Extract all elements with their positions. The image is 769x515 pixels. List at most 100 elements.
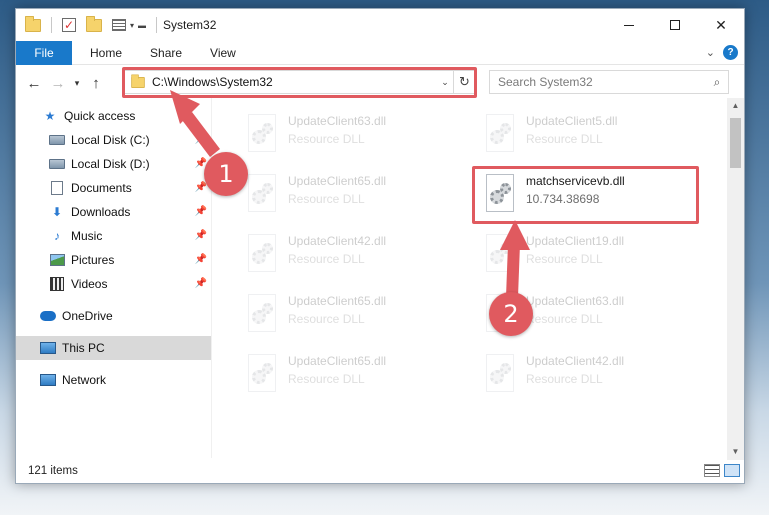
refresh-icon[interactable]: ↻	[453, 71, 475, 93]
folder-icon	[131, 73, 145, 88]
file-item-matchservicevb[interactable]: matchservicevb.dll 10.734.38698	[476, 170, 706, 226]
pin-icon: 📌	[194, 254, 207, 265]
divider	[51, 17, 52, 33]
pin-icon: 📌	[194, 134, 207, 145]
sidebar-item-pictures[interactable]: Pictures 📌	[16, 248, 211, 272]
dll-file-icon	[482, 174, 518, 216]
chevron-down-icon[interactable]: ▾	[130, 21, 134, 30]
details-view-icon[interactable]	[704, 464, 720, 477]
music-icon: ♪	[54, 229, 60, 243]
chevron-down-icon[interactable]: ⌄	[437, 77, 453, 88]
tab-file[interactable]: File	[16, 40, 72, 65]
file-item[interactable]: UpdateClient65.dll Resource DLL	[238, 350, 468, 406]
file-item[interactable]: UpdateClient19.dll Resource DLL	[476, 230, 706, 286]
sidebar-item-label: Videos	[71, 277, 108, 291]
scroll-up-icon[interactable]: ▲	[727, 98, 744, 114]
minimize-button[interactable]	[606, 9, 652, 41]
file-name: UpdateClient63.dll	[288, 114, 387, 128]
sidebar-item-label: OneDrive	[62, 309, 113, 323]
dll-file-icon	[244, 174, 280, 216]
close-icon: ✕	[715, 16, 727, 33]
file-name: matchservicevb.dll	[526, 174, 625, 188]
address-bar[interactable]: C:\Windows\System32 ⌄ ↻	[124, 70, 476, 94]
scroll-down-icon[interactable]: ▼	[727, 444, 744, 460]
sidebar-item-local-disk-d[interactable]: Local Disk (D:) 📌	[16, 152, 211, 176]
vertical-scrollbar[interactable]: ▲ ▼	[727, 98, 744, 460]
search-icon[interactable]: ⌕	[706, 75, 728, 90]
new-folder-icon[interactable]	[86, 15, 102, 32]
scrollbar-thumb[interactable]	[730, 118, 741, 168]
file-item[interactable]: UpdateClient65.dll Resource DLL	[238, 170, 468, 226]
sidebar-item-label: Local Disk (D:)	[71, 157, 150, 171]
status-bar: 121 items	[16, 459, 744, 483]
tab-share[interactable]: Share	[136, 46, 196, 60]
step-1-badge: 1	[204, 152, 248, 196]
quick-access-toolbar: ✓ ▾ ▬	[16, 15, 163, 33]
tab-home[interactable]: Home	[72, 46, 136, 60]
file-item[interactable]: UpdateClient42.dll Resource DLL	[238, 230, 468, 286]
sidebar-item-network[interactable]: Network	[16, 368, 211, 392]
file-name: UpdateClient5.dll	[526, 114, 618, 128]
sidebar-item-downloads[interactable]: ⬇ Downloads 📌	[16, 200, 211, 224]
file-name: UpdateClient42.dll	[526, 354, 625, 368]
sidebar-item-music[interactable]: ♪ Music 📌	[16, 224, 211, 248]
dll-file-icon	[244, 114, 280, 156]
maximize-icon	[670, 20, 680, 30]
pin-icon: 📌	[194, 278, 207, 289]
sidebar-item-quick-access[interactable]: ★ Quick access	[16, 104, 211, 128]
up-arrow-icon[interactable]: ↑	[84, 75, 108, 92]
file-description: Resource DLL	[288, 372, 365, 386]
pin-icon: 📌	[194, 182, 207, 193]
ribbon-tabs: File Home Share View ⌄ ?	[16, 40, 744, 65]
file-list: UpdateClient63.dll Resource DLL UpdateCli…	[212, 98, 726, 460]
close-button[interactable]: ✕	[698, 9, 744, 41]
star-icon: ★	[44, 109, 56, 123]
explorer-window: ✓ ▾ ▬ System32 ✕ File Home Share View ⌄ …	[15, 8, 745, 484]
file-item[interactable]: UpdateClient42.dll Resource DLL	[476, 350, 706, 406]
sidebar-item-this-pc[interactable]: This PC	[16, 336, 211, 360]
file-item[interactable]: UpdateClient5.dll Resource DLL	[476, 110, 706, 166]
search-box[interactable]: ⌕	[489, 70, 729, 94]
file-description: Resource DLL	[288, 192, 365, 206]
file-name: UpdateClient65.dll	[288, 294, 387, 308]
ribbon-right: ⌄ ?	[706, 45, 738, 60]
drive-icon	[49, 133, 65, 147]
window-controls: ✕	[606, 9, 744, 41]
customize-toolbar-icon[interactable]: ▬	[138, 21, 146, 30]
back-arrow-icon[interactable]: ←	[22, 75, 46, 92]
dll-file-icon	[244, 234, 280, 276]
customize-view-icon[interactable]	[112, 19, 126, 31]
sidebar-item-onedrive[interactable]: OneDrive	[16, 304, 211, 328]
navigation-pane: ★ Quick access Local Disk (C:) 📌 Local D…	[16, 104, 211, 444]
file-name: UpdateClient63.dll	[526, 294, 625, 308]
file-name: UpdateClient65.dll	[288, 174, 387, 188]
file-item[interactable]: UpdateClient63.dll Resource DLL	[238, 110, 468, 166]
sidebar-item-local-disk-c[interactable]: Local Disk (C:) 📌	[16, 128, 211, 152]
dll-file-icon	[482, 234, 518, 276]
forward-arrow-icon[interactable]: →	[46, 75, 70, 92]
pin-icon: 📌	[194, 206, 207, 217]
properties-check-icon[interactable]: ✓	[62, 18, 76, 32]
file-version: 10.734.38698	[526, 192, 600, 206]
file-item[interactable]: UpdateClient65.dll Resource DLL	[238, 290, 468, 346]
sidebar-item-videos[interactable]: Videos 📌	[16, 272, 211, 296]
recent-locations-icon[interactable]: ▾	[70, 78, 84, 89]
search-input[interactable]	[498, 75, 706, 89]
file-description: Resource DLL	[526, 312, 603, 326]
sidebar-item-label: Downloads	[71, 205, 131, 219]
sidebar-item-label: Pictures	[71, 253, 115, 267]
sidebar-item-label: Music	[71, 229, 103, 243]
sidebar-item-label: Quick access	[64, 109, 136, 123]
maximize-button[interactable]	[652, 9, 698, 41]
help-icon[interactable]: ?	[723, 45, 738, 60]
sidebar-item-documents[interactable]: Documents 📌	[16, 176, 211, 200]
file-description: Resource DLL	[288, 312, 365, 326]
address-path[interactable]: C:\Windows\System32	[152, 75, 437, 89]
window-title: System32	[163, 18, 217, 32]
step-2-badge: 2	[489, 292, 533, 336]
sidebar-item-label: Documents	[71, 181, 132, 195]
expand-ribbon-icon[interactable]: ⌄	[706, 46, 715, 59]
tab-view[interactable]: View	[196, 46, 250, 60]
large-icons-view-icon[interactable]	[724, 464, 740, 477]
divider	[156, 17, 158, 33]
